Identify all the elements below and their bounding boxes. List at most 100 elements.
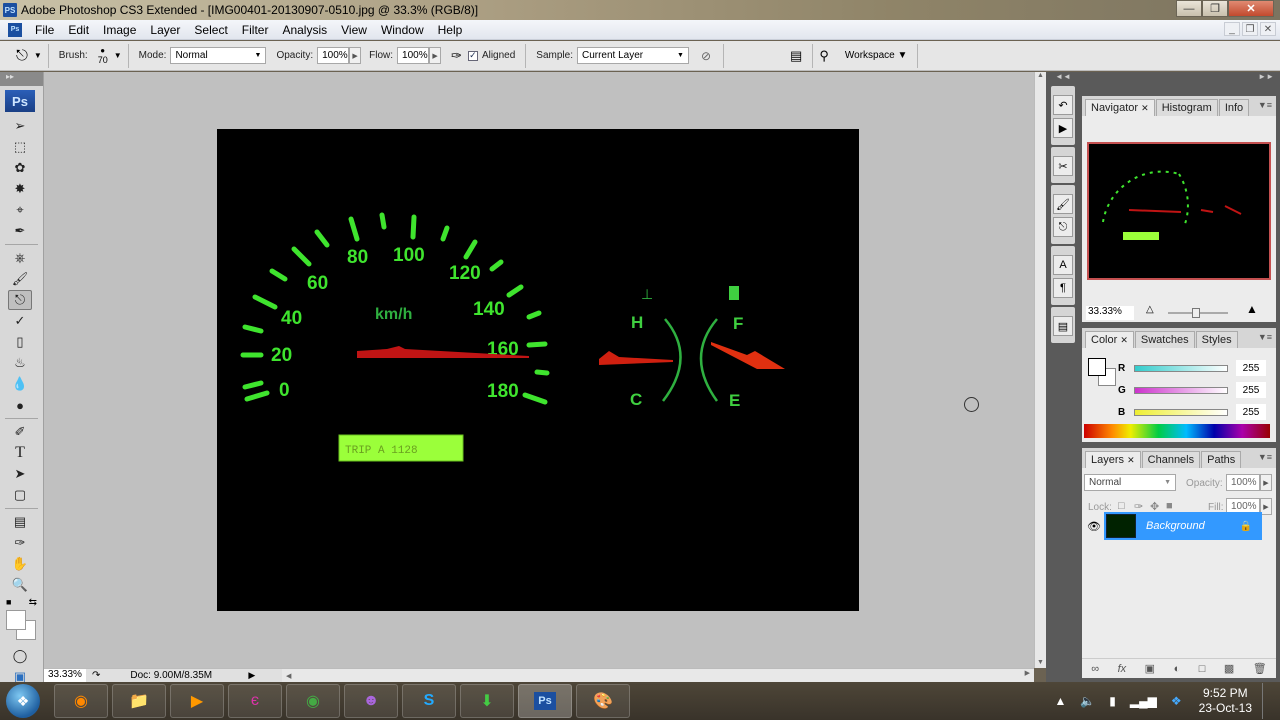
taskbar-firefox[interactable]: ◉ (54, 684, 108, 718)
brushes-panel-icon[interactable]: 🖌 (1053, 194, 1073, 214)
taskbar-explorer[interactable]: 📁 (112, 684, 166, 718)
taskbar-photoshop[interactable]: Ps (518, 684, 572, 718)
paragraph-panel-icon[interactable]: ¶ (1053, 278, 1073, 298)
red-value[interactable]: 255 (1236, 360, 1266, 376)
slice-tool-icon[interactable]: ✒ (8, 221, 32, 241)
panel-menu-icon[interactable]: ▼≡ (1258, 332, 1272, 342)
green-slider[interactable] (1134, 386, 1228, 394)
lock-all-icon[interactable]: ■ (1166, 500, 1173, 512)
panel-menu-icon[interactable]: ▼≡ (1258, 100, 1272, 110)
flow-field[interactable]: 100% (397, 47, 430, 64)
taskbar-internet-download-manager[interactable]: ⬇ (460, 684, 514, 718)
clone-stamp-tool-icon[interactable]: ⎋ (8, 290, 32, 310)
volume-icon[interactable]: 🔈 (1080, 694, 1095, 708)
layer-style-fx-icon[interactable]: fx (1118, 663, 1127, 675)
tab-styles[interactable]: Styles (1195, 331, 1238, 348)
status-zoom-field[interactable]: 33.33% (44, 669, 86, 682)
crop-tool-icon[interactable]: ⌖ (8, 200, 32, 220)
menu-image[interactable]: Image (96, 23, 143, 37)
layer-opacity-arrow[interactable]: ▶ (1260, 474, 1272, 491)
lasso-tool-icon[interactable]: ✿ (8, 158, 32, 178)
opacity-field[interactable]: 100% (317, 47, 350, 64)
network-signal-icon[interactable]: ▂▄▆ (1130, 694, 1157, 708)
layer-row-background[interactable]: Background 🔒 (1104, 512, 1262, 540)
horizontal-scrollbar[interactable]: ◀ ▶ (282, 668, 1034, 682)
delete-layer-icon[interactable]: 🗑 (1253, 662, 1267, 675)
doc-minimize-button[interactable]: _ (1224, 22, 1240, 36)
brush-dropdown[interactable]: ▼ (114, 51, 122, 60)
blue-slider[interactable] (1134, 408, 1228, 416)
close-icon[interactable]: ✕ (1141, 103, 1149, 114)
blur-tool-icon[interactable]: 💧 (8, 374, 32, 394)
tab-layers[interactable]: Layers ✕ (1085, 451, 1141, 468)
tool-presets-panel-icon[interactable]: ✂ (1053, 156, 1073, 176)
dropbox-icon[interactable]: ❖ (1171, 694, 1182, 708)
brush-picker[interactable]: ● 70 (98, 46, 108, 65)
photoshop-logo[interactable]: Ps (5, 90, 35, 112)
minimize-button[interactable]: — (1176, 0, 1202, 17)
brush-tool-icon[interactable]: 🖌 (8, 269, 32, 289)
palette-well-icon[interactable]: ▤ (790, 48, 802, 64)
toolbox-collapse-grip[interactable]: ▸▸ (0, 72, 43, 86)
foreground-color-swatch[interactable] (6, 610, 26, 630)
move-tool-icon[interactable]: ➢ (8, 116, 32, 136)
show-hidden-icons[interactable]: ▲ (1054, 694, 1066, 708)
clock[interactable]: 9:52 PM 23-Oct-13 (1199, 686, 1252, 716)
history-brush-tool-icon[interactable]: ✓ (8, 311, 32, 331)
document-icon[interactable]: Ps (8, 22, 22, 37)
workspace-button[interactable]: Workspace ▼ (845, 50, 908, 61)
type-tool-icon[interactable]: T (8, 443, 32, 463)
zoom-in-icon[interactable]: ▲ (1246, 302, 1258, 316)
foreground-color-box[interactable] (1088, 358, 1106, 376)
taskbar-paint[interactable]: 🎨 (576, 684, 630, 718)
doc-close-button[interactable]: ✕ (1260, 22, 1276, 36)
layer-visibility-eye-icon[interactable]: 👁 (1087, 520, 1101, 533)
menu-file[interactable]: File (28, 23, 61, 37)
navigator-zoom-slider[interactable] (1168, 308, 1228, 318)
menu-filter[interactable]: Filter (235, 23, 276, 37)
hand-tool-icon[interactable]: ✋ (8, 554, 32, 574)
power-icon[interactable]: ▮ (1109, 694, 1116, 708)
slider-thumb[interactable] (1192, 308, 1200, 318)
taskbar-skype[interactable]: S (402, 684, 456, 718)
path-selection-tool-icon[interactable]: ➤ (8, 464, 32, 484)
tab-swatches[interactable]: Swatches (1134, 331, 1195, 348)
vertical-scrollbar[interactable]: ▲ ▼ (1034, 72, 1046, 668)
eraser-tool-icon[interactable]: ▯ (8, 332, 32, 352)
zoom-tool-icon[interactable]: 🔍 (8, 575, 32, 595)
opacity-slider-button[interactable]: ▶ (349, 47, 362, 64)
link-layers-icon[interactable]: ∞ (1091, 663, 1099, 675)
red-slider[interactable] (1134, 364, 1228, 372)
tab-navigator[interactable]: Navigator ✕ (1085, 99, 1155, 116)
ignore-adjustment-layers-icon[interactable]: ⊘ (701, 49, 711, 63)
panel-menu-icon[interactable]: ▼≡ (1258, 452, 1272, 462)
close-icon[interactable]: ✕ (1127, 455, 1135, 466)
menu-analysis[interactable]: Analysis (275, 23, 334, 37)
menu-view[interactable]: View (334, 23, 374, 37)
tool-preset-dropdown[interactable]: ▼ (34, 51, 42, 60)
zoom-out-icon[interactable]: △ (1146, 304, 1154, 315)
menu-help[interactable]: Help (431, 23, 470, 37)
tab-channels[interactable]: Channels (1141, 451, 1201, 468)
menu-edit[interactable]: Edit (61, 23, 96, 37)
menu-layer[interactable]: Layer (143, 23, 187, 37)
notes-tool-icon[interactable]: ▤ (8, 512, 32, 532)
tab-info[interactable]: Info (1218, 99, 1250, 116)
flow-slider-button[interactable]: ▶ (429, 47, 442, 64)
taskbar-yahoo-messenger[interactable]: ☻ (344, 684, 398, 718)
lock-transparent-icon[interactable]: □ (1118, 500, 1125, 512)
rectangle-tool-icon[interactable]: ▢ (8, 485, 32, 505)
navigator-thumbnail[interactable] (1087, 142, 1271, 280)
taskbar-app-e[interactable]: є (228, 684, 282, 718)
blend-mode-select[interactable]: Normal ▼ (1084, 474, 1176, 491)
green-value[interactable]: 255 (1236, 382, 1266, 398)
menu-select[interactable]: Select (187, 23, 234, 37)
sample-select[interactable]: Current Layer ▼ (576, 47, 689, 64)
color-spectrum-ramp[interactable] (1084, 424, 1270, 438)
default-colors-icon[interactable]: ■ (6, 597, 11, 608)
doc-restore-button[interactable]: ❐ (1242, 22, 1258, 36)
restore-button[interactable]: ❐ (1202, 0, 1228, 17)
aligned-checkbox[interactable]: ✓ (467, 50, 478, 61)
tab-histogram[interactable]: Histogram (1155, 99, 1218, 116)
close-button[interactable]: ✕ (1228, 0, 1274, 17)
